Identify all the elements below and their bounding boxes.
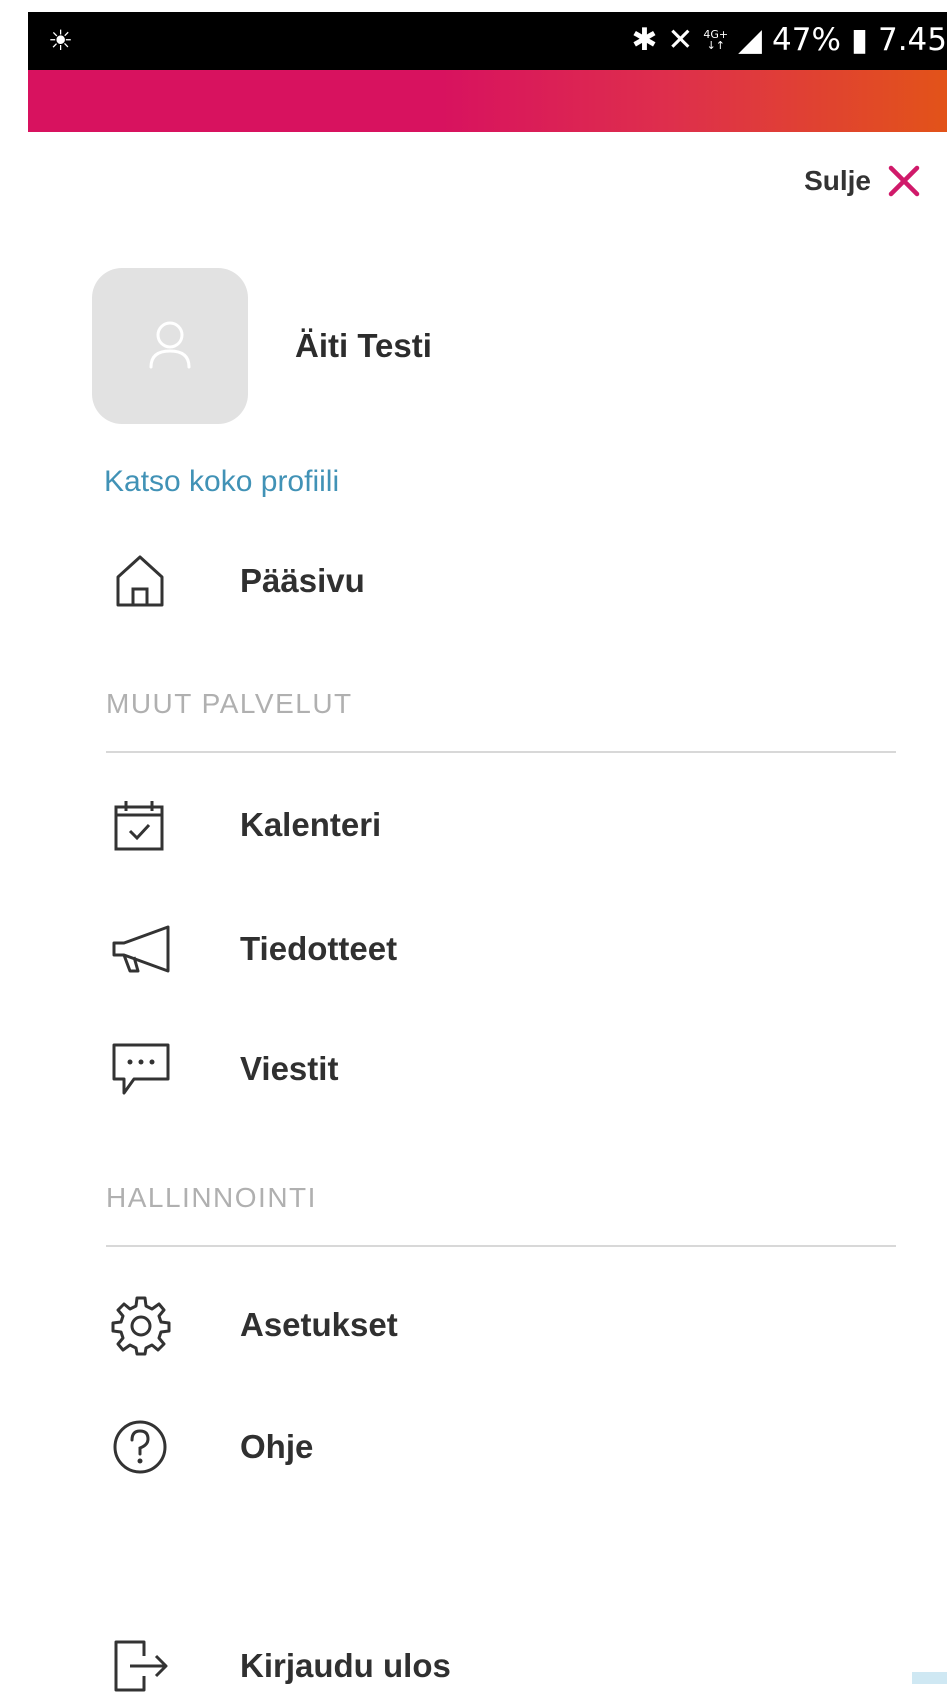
- close-button[interactable]: Sulje: [804, 164, 921, 198]
- menu-item-home[interactable]: Pääsivu: [110, 546, 365, 616]
- message-icon: [110, 1034, 180, 1104]
- menu-item-calendar[interactable]: Kalenteri: [110, 790, 381, 860]
- status-indicators: ✱ ✕ 4G+ ↓↑ ◢ 47% ▮ 7.45: [631, 22, 947, 58]
- section-divider: [106, 1245, 896, 1247]
- close-icon: [888, 165, 920, 197]
- megaphone-icon: [110, 914, 180, 984]
- menu-item-label: Pääsivu: [240, 562, 365, 599]
- section-header-services: MUUT PALVELUT: [106, 688, 353, 719]
- network-indicator: 4G+ ↓↑: [703, 29, 728, 51]
- scroll-indicator: [912, 1672, 947, 1684]
- menu-item-help[interactable]: Ohje: [110, 1412, 313, 1482]
- help-icon: [110, 1412, 180, 1482]
- calendar-check-icon: [110, 790, 180, 860]
- section-header-admin: HALLINNOINTI: [106, 1182, 317, 1213]
- left-gutter: [0, 0, 28, 1684]
- menu-item-label: Ohje: [240, 1428, 314, 1465]
- battery-icon: ▮: [850, 22, 868, 58]
- mute-icon: ✕: [667, 22, 694, 58]
- status-bar: ☀ ✱ ✕ 4G+ ↓↑ ◢ 47% ▮ 7.45: [28, 12, 947, 70]
- cloud-sun-icon: ☀: [48, 25, 74, 56]
- menu-item-messages[interactable]: Viestit: [110, 1034, 338, 1104]
- menu-item-logout[interactable]: Kirjaudu ulos: [110, 1631, 451, 1701]
- logout-icon: [110, 1631, 180, 1701]
- gear-icon: [110, 1290, 180, 1360]
- clock: 7.45: [877, 22, 947, 58]
- user-icon: [149, 321, 191, 369]
- menu-item-label: Viestit: [240, 1050, 339, 1087]
- close-label: Sulje: [804, 165, 871, 196]
- view-profile-link[interactable]: Katso koko profiili: [104, 465, 339, 499]
- menu-item-label: Asetukset: [240, 1306, 398, 1343]
- menu-item-settings[interactable]: Asetukset: [110, 1290, 398, 1360]
- signal-icon: ◢: [738, 22, 762, 58]
- bluetooth-icon: ✱: [631, 22, 658, 58]
- menu-item-label: Tiedotteet: [240, 930, 398, 967]
- battery-percent: 47%: [772, 22, 841, 58]
- home-icon: [110, 546, 180, 616]
- menu-item-label: Kirjaudu ulos: [240, 1647, 451, 1684]
- menu-item-label: Kalenteri: [240, 806, 382, 843]
- menu-item-announcements[interactable]: Tiedotteet: [110, 914, 397, 984]
- network-activity: ↓↑: [706, 39, 725, 52]
- section-divider: [106, 751, 896, 753]
- header-gradient-bar: [28, 70, 947, 132]
- avatar[interactable]: [92, 268, 248, 424]
- profile-name: Äiti Testi: [295, 327, 432, 364]
